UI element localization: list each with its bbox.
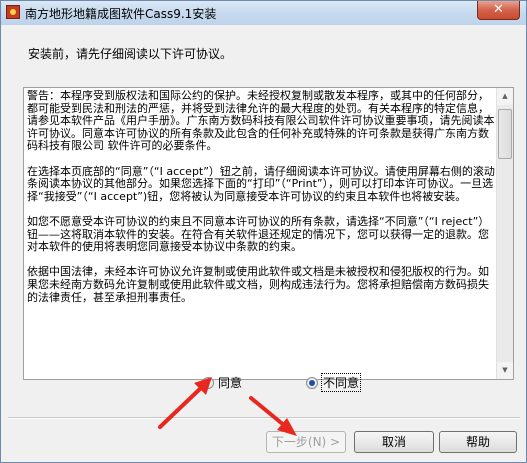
license-paragraph: 警告：本程序受到版权法和国际公约的保护。未经授权复制或散发本程序，或其中的任何部…: [27, 90, 495, 153]
disagree-radio-circle[interactable]: [306, 376, 318, 389]
help-button[interactable]: 帮助: [439, 431, 517, 453]
client-area: 安装前，请先仔细阅读以下许可协议。 警告：本程序受到版权法和国际公约的保护。未经…: [8, 25, 520, 457]
agree-radio-label[interactable]: 同意: [218, 374, 242, 391]
scrollbar-thumb[interactable]: [498, 109, 512, 159]
license-paragraph: 依据中国法律，未经本许可协议允许复制或使用此软件或文档是未被授权和侵犯版权的行为…: [27, 265, 489, 304]
license-paragraph: 在选择本页底部的“同意”（“I accept”）钮之前，请仔细阅读本许可协议。请…: [27, 164, 495, 203]
scroll-up-arrow-icon[interactable]: ▲: [497, 88, 513, 105]
scroll-down-arrow-icon[interactable]: ▼: [497, 362, 513, 379]
title-bar[interactable]: 南方地形地籍成图软件Cass9.1安装 ✕: [1, 1, 526, 25]
separator-line: [8, 417, 520, 419]
app-icon: [6, 5, 20, 19]
agree-radio-circle[interactable]: [202, 376, 214, 389]
license-text-box[interactable]: 警告：本程序受到版权法和国际公约的保护。未经授权复制或散发本程序，或其中的任何部…: [23, 87, 514, 380]
installer-window: 南方地形地籍成图软件Cass9.1安装 ✕ 安装前，请先仔细阅读以下许可协议。 …: [0, 0, 527, 463]
close-button[interactable]: ✕: [477, 1, 520, 20]
license-text: 警告：本程序受到版权法和国际公约的保护。未经授权复制或散发本程序，或其中的任何部…: [27, 90, 497, 378]
next-button[interactable]: 下一步(N) >: [266, 431, 346, 453]
cancel-button[interactable]: 取消: [354, 431, 434, 453]
disagree-radio[interactable]: 不同意: [306, 373, 362, 392]
license-prompt: 安装前，请先仔细阅读以下许可协议。: [28, 47, 233, 61]
vertical-scrollbar[interactable]: ▲ ▼: [496, 88, 513, 379]
agree-radio[interactable]: 同意: [202, 374, 242, 391]
window-title: 南方地形地籍成图软件Cass9.1安装: [25, 7, 217, 21]
license-paragraph: 如您不愿意受本许可协议的约束且不同意本许可协议的所有条款，请选择“不同意”（“I…: [27, 214, 490, 254]
disagree-radio-label[interactable]: 不同意: [320, 373, 362, 392]
